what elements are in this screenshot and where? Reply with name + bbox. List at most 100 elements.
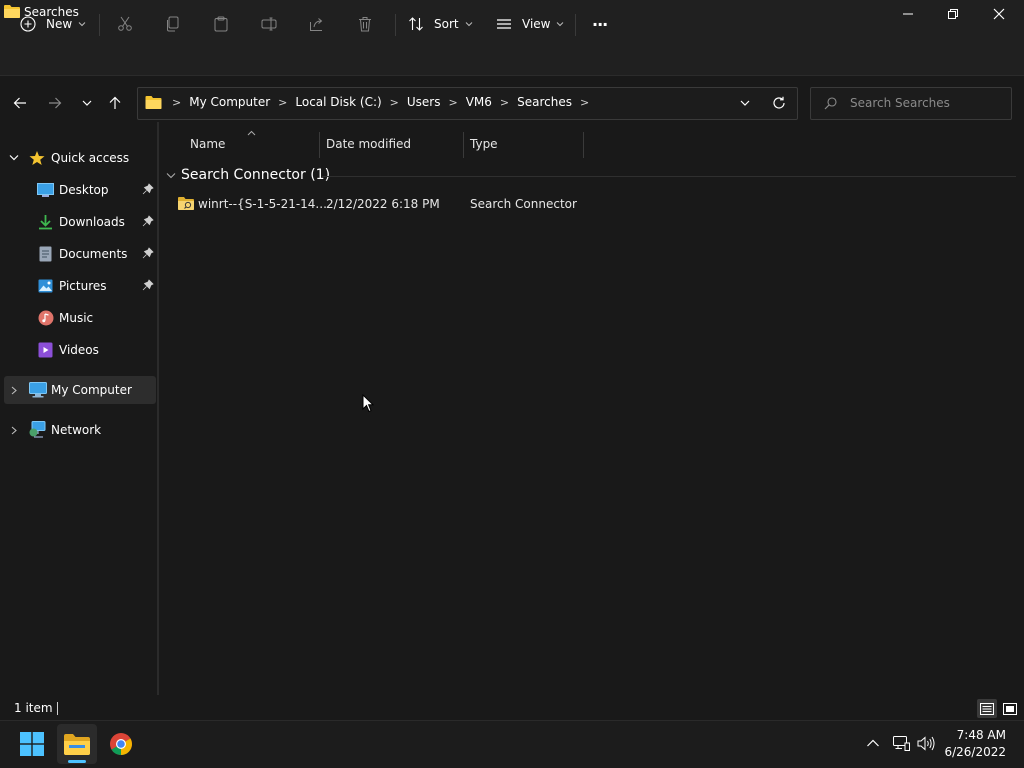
desktop-icon <box>37 183 54 197</box>
pin-icon <box>142 279 154 291</box>
refresh-button[interactable] <box>772 96 786 110</box>
sidebar-item-label: My Computer <box>51 383 132 397</box>
clock-date[interactable]: 6/26/2022 <box>938 745 1006 759</box>
breadcrumb-local-disk[interactable]: Local Disk (C:) <box>291 95 385 109</box>
sidebar-item-label: Pictures <box>59 279 107 293</box>
sidebar-item-desktop[interactable]: Desktop <box>0 175 156 205</box>
taskbar-chrome[interactable] <box>101 724 141 764</box>
column-divider[interactable] <box>583 132 584 158</box>
breadcrumb-vm6[interactable]: VM6 <box>462 95 496 109</box>
breadcrumb-chevron-icon[interactable]: > <box>496 96 513 109</box>
restore-button[interactable] <box>930 0 976 28</box>
pin-icon <box>142 247 154 259</box>
breadcrumb-chevron-icon[interactable]: > <box>168 96 185 109</box>
pin-icon <box>142 183 154 195</box>
chevron-down-icon <box>82 100 92 106</box>
sidebar-item-label: Documents <box>59 247 128 261</box>
volume-icon[interactable] <box>917 736 935 751</box>
chevron-down-icon <box>465 22 472 27</box>
sidebar-item-label: Videos <box>59 343 99 357</box>
refresh-icon <box>773 96 785 109</box>
start-button[interactable] <box>12 724 52 764</box>
pin-icon <box>142 215 154 227</box>
plus-circle-icon <box>20 16 36 32</box>
chevron-down-icon <box>166 173 176 179</box>
address-history-button[interactable] <box>739 98 751 108</box>
rename-button[interactable] <box>261 10 277 38</box>
clock-time[interactable]: 7:48 AM <box>944 728 1006 742</box>
network-status-icon[interactable] <box>893 736 910 751</box>
forward-button[interactable] <box>45 93 65 113</box>
sidebar-item-documents[interactable]: Documents <box>0 239 156 269</box>
recent-locations-button[interactable] <box>77 93 97 113</box>
breadcrumb-chevron-icon[interactable]: > <box>576 96 593 109</box>
view-button[interactable]: View <box>496 10 564 38</box>
group-header[interactable]: Search Connector (1) <box>181 167 330 183</box>
arrow-up-icon <box>109 96 121 109</box>
group-collapse-button[interactable] <box>166 172 176 180</box>
column-header-type[interactable]: Type <box>470 137 498 151</box>
arrow-right-icon <box>49 97 62 109</box>
sidebar-item-pictures[interactable]: Pictures <box>0 271 156 301</box>
chevron-right-icon <box>11 386 17 395</box>
folder-icon <box>145 95 162 109</box>
file-name: winrt--{S-1-5-21-14... <box>198 197 327 211</box>
sidebar-item-music[interactable]: Music <box>0 303 156 333</box>
music-icon <box>38 310 54 326</box>
sidebar-item-downloads[interactable]: Downloads <box>0 207 156 237</box>
share-button[interactable] <box>309 10 325 38</box>
delete-button[interactable] <box>357 10 373 38</box>
taskbar-file-explorer[interactable] <box>57 724 97 764</box>
new-button[interactable]: New <box>20 10 86 38</box>
status-separator <box>57 702 58 715</box>
sidebar-item-label: Network <box>51 423 102 437</box>
up-button[interactable] <box>105 93 125 113</box>
back-button[interactable] <box>10 93 30 113</box>
search-connector-icon <box>178 196 194 210</box>
show-hidden-icons-button[interactable] <box>866 738 880 748</box>
breadcrumb-chevron-icon[interactable]: > <box>386 96 403 109</box>
copy-icon <box>167 16 179 32</box>
chevron-up-icon <box>867 739 879 747</box>
details-view-button[interactable] <box>977 699 997 718</box>
trash-icon <box>359 17 371 32</box>
paste-button[interactable] <box>213 10 229 38</box>
sort-label: Sort <box>434 17 459 31</box>
minimize-button[interactable] <box>885 0 931 28</box>
tiles-view-button[interactable] <box>1000 699 1020 718</box>
toolbar-separator <box>395 14 396 36</box>
item-count: 1 item <box>14 701 53 715</box>
sidebar-item-label: Desktop <box>59 183 109 197</box>
column-header-name[interactable]: Name <box>190 137 225 151</box>
chrome-icon <box>110 733 132 755</box>
chevron-right-icon <box>11 426 17 435</box>
breadcrumb-users[interactable]: Users <box>403 95 445 109</box>
column-header-date-modified[interactable]: Date modified <box>326 137 411 151</box>
star-icon <box>29 151 45 165</box>
breadcrumb-chevron-icon[interactable]: > <box>445 96 462 109</box>
sort-button[interactable]: Sort <box>408 10 473 38</box>
cut-button[interactable] <box>117 10 133 38</box>
details-view-icon <box>980 702 994 715</box>
breadcrumb-searches[interactable]: Searches <box>513 95 576 109</box>
new-label: New <box>46 17 73 31</box>
sidebar-item-network[interactable]: Network <box>0 415 156 445</box>
close-button[interactable] <box>976 0 1022 28</box>
chevron-down-icon <box>557 22 564 27</box>
breadcrumb-chevron-icon[interactable]: > <box>274 96 291 109</box>
column-divider[interactable] <box>319 132 320 158</box>
network-icon <box>29 421 46 438</box>
sidebar-item-label: Downloads <box>59 215 125 229</box>
chevron-down-icon <box>740 100 750 106</box>
computer-icon <box>29 382 47 398</box>
sidebar-item-my-computer[interactable]: My Computer <box>4 376 156 404</box>
sidebar-item-quick-access[interactable]: Quick access <box>0 143 156 173</box>
breadcrumb-my-computer[interactable]: My Computer <box>185 95 274 109</box>
more-options-button[interactable]: ··· <box>592 10 608 38</box>
copy-button[interactable] <box>165 10 181 38</box>
search-placeholder: Search Searches <box>850 96 950 110</box>
search-icon <box>824 97 837 110</box>
column-divider[interactable] <box>463 132 464 158</box>
view-list-icon <box>497 19 511 29</box>
sidebar-item-videos[interactable]: Videos <box>0 335 156 365</box>
